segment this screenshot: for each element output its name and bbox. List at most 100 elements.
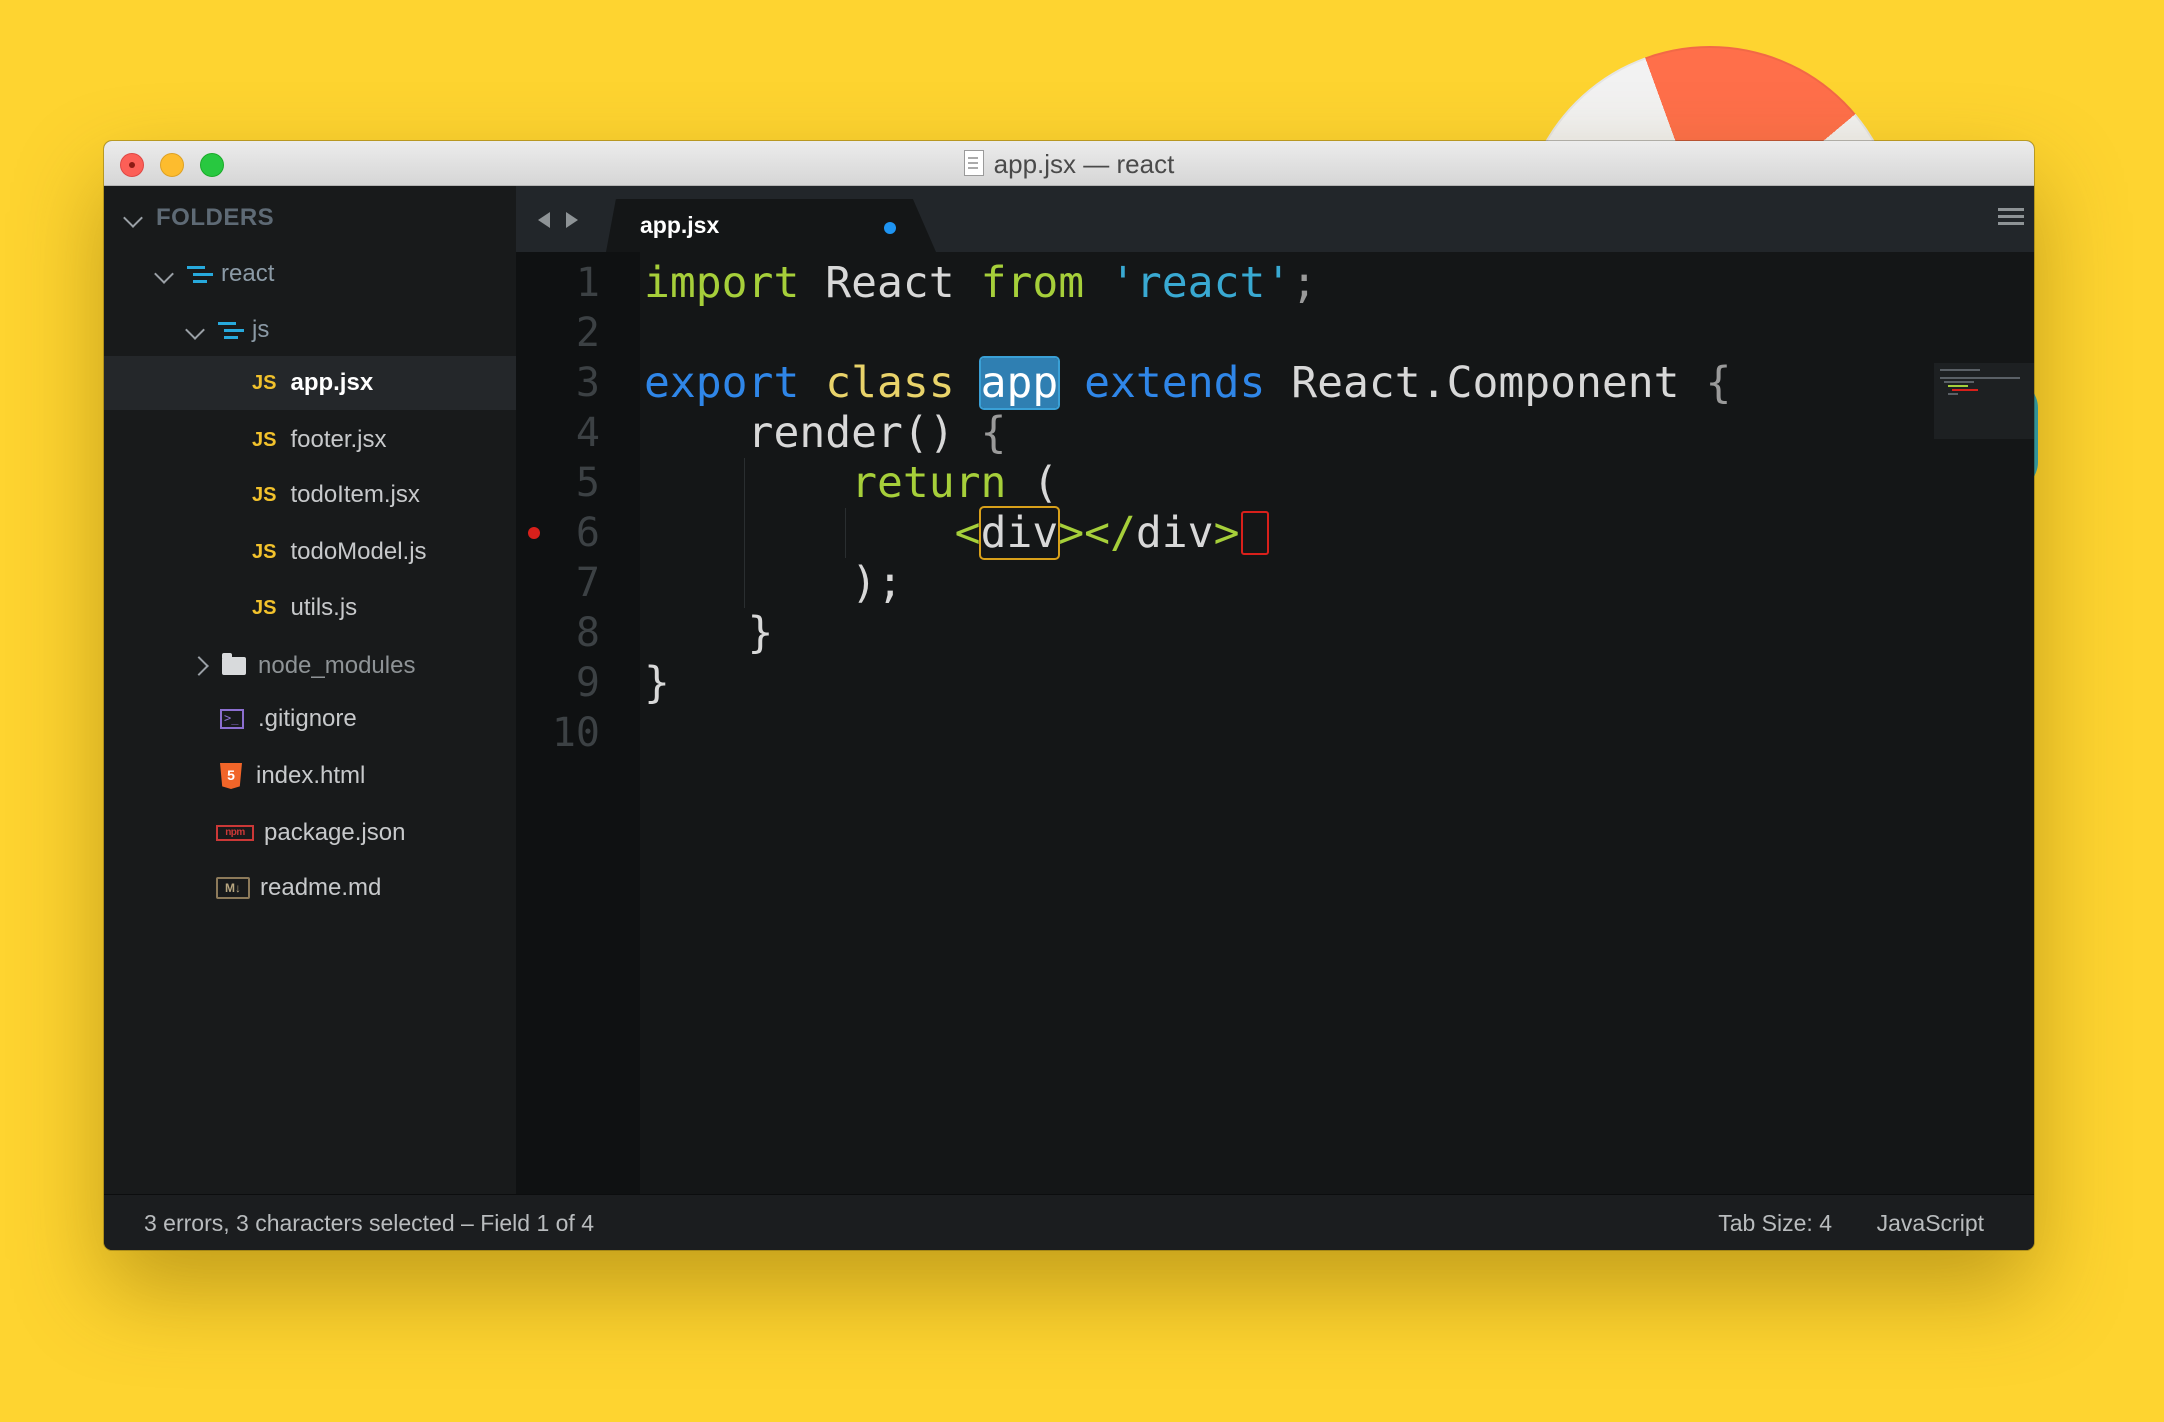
tab-app-jsx[interactable]: app.jsx — [606, 199, 936, 252]
code-token: { — [1705, 358, 1732, 408]
code-token: React.Component — [1265, 358, 1706, 408]
code-area[interactable]: import React from 'react'; export class … — [640, 252, 2034, 1194]
folder-tree-icon — [187, 264, 213, 284]
line-number: 7 — [575, 560, 600, 606]
status-message: 3 errors, 3 characters selected – Field … — [144, 1210, 594, 1236]
code-token: import — [644, 258, 800, 308]
tab-size-selector[interactable]: Tab Size: 4 — [1718, 1210, 1832, 1237]
line-number: 3 — [575, 360, 600, 406]
code-line-1[interactable]: import React from 'react'; — [644, 258, 1317, 308]
sidebar-item-label: index.html — [256, 762, 366, 789]
js-file-icon: JS — [252, 596, 277, 619]
code-line-4[interactable]: render() { — [644, 408, 1007, 458]
tab-bar: app.jsx — [516, 186, 2034, 252]
sidebar-item-readme-md[interactable]: M↓ readme.md — [104, 861, 516, 915]
sidebar-item-label: js — [252, 316, 270, 343]
sidebar-item-gitignore[interactable]: >_ .gitignore — [104, 692, 516, 746]
line-number: 5 — [575, 460, 600, 506]
code-token: class — [825, 358, 955, 408]
status-bar: 3 errors, 3 characters selected – Field … — [104, 1194, 2034, 1250]
chevron-down-icon — [185, 320, 205, 340]
tag-highlight[interactable]: div — [978, 506, 1061, 560]
folders-header-label: FOLDERS — [156, 204, 275, 231]
code-token: extends — [1084, 358, 1266, 408]
line-number: 2 — [575, 310, 600, 356]
sidebar-item-todomodel-js[interactable]: JS todoModel.js — [104, 525, 516, 579]
minimap[interactable] — [1934, 363, 2034, 439]
error-dot-icon[interactable] — [528, 527, 540, 539]
line-number: 1 — [575, 260, 600, 306]
code-token: div — [1135, 508, 1214, 558]
code-token: return — [851, 458, 1007, 508]
selected-text[interactable]: app — [978, 356, 1061, 410]
line-number-gutter: 1 2 3 4 5 6 7 8 9 10 — [516, 252, 640, 1194]
syntax-selector[interactable]: JavaScript — [1877, 1210, 1984, 1237]
chevron-right-icon — [189, 656, 209, 676]
line-number: 8 — [575, 610, 600, 656]
code-token: 'react' — [1110, 258, 1292, 308]
sidebar-item-label: package.json — [264, 819, 406, 846]
code-line-7[interactable]: ); — [644, 558, 903, 608]
markdown-icon: M↓ — [216, 877, 250, 899]
tab-label: app.jsx — [640, 212, 720, 238]
npm-icon: npm — [216, 825, 254, 841]
sidebar-item-footer-jsx[interactable]: JS footer.jsx — [104, 413, 516, 467]
sidebar-item-label: utils.js — [290, 594, 358, 621]
code-line-9[interactable]: } — [644, 658, 670, 708]
line-number: 4 — [575, 410, 600, 456]
sidebar-item-utils-js[interactable]: JS utils.js — [104, 581, 516, 635]
sidebar-item-package-json[interactable]: npm package.json — [104, 806, 516, 860]
sidebar-item-label: .gitignore — [258, 705, 357, 732]
code-token: { — [980, 408, 1007, 458]
sidebar-item-node-modules[interactable]: node_modules — [104, 639, 516, 693]
sidebar-item-label: todoModel.js — [290, 538, 427, 565]
folders-header[interactable]: FOLDERS — [104, 191, 516, 245]
code-token: </ — [1084, 508, 1136, 558]
sidebar-item-react[interactable]: react — [104, 247, 516, 301]
sidebar-item-app-jsx[interactable]: JS app.jsx — [104, 356, 516, 410]
code-token: ); — [644, 558, 903, 608]
sidebar-item-js[interactable]: js — [104, 303, 516, 357]
js-file-icon: JS — [252, 540, 277, 563]
code-token: export — [644, 358, 800, 408]
code-token: from — [980, 258, 1085, 308]
code-token: > — [1058, 508, 1085, 558]
chevron-down-icon — [123, 208, 143, 228]
editor-window: app.jsx — react FOLDERS react js JS app.… — [104, 141, 2034, 1250]
document-icon — [963, 150, 984, 176]
code-line-6[interactable]: <div></div> — [644, 506, 1270, 560]
code-token: ( — [1006, 458, 1059, 508]
terminal-icon: >_ — [220, 709, 244, 729]
line-number: 10 — [551, 710, 600, 756]
sidebar-item-label: node_modules — [258, 652, 416, 679]
js-file-icon: JS — [252, 483, 277, 506]
sidebar-item-label: todoItem.jsx — [290, 481, 420, 508]
window-title-area: app.jsx — react — [104, 149, 2034, 180]
code-line-3[interactable]: export class app extends React.Component… — [644, 356, 1732, 410]
sidebar: FOLDERS react js JS app.jsx JS footer.js… — [104, 186, 516, 1194]
code-line-8[interactable]: } — [644, 608, 774, 658]
error-marker[interactable] — [1241, 511, 1270, 555]
code-token: < — [954, 508, 981, 558]
sidebar-item-index-html[interactable]: 5 index.html — [104, 749, 516, 803]
code-token: } — [644, 608, 774, 658]
js-file-icon: JS — [252, 428, 277, 451]
title-bar: app.jsx — react — [104, 141, 2034, 186]
sidebar-item-label: footer.jsx — [290, 426, 387, 453]
menu-icon[interactable] — [1998, 208, 2024, 226]
code-line-5[interactable]: return ( — [644, 458, 1058, 508]
chevron-down-icon — [154, 264, 174, 284]
code-token: } — [644, 658, 670, 708]
line-number: 9 — [575, 660, 600, 706]
arrow-left-icon[interactable] — [538, 212, 550, 228]
sidebar-item-label: app.jsx — [290, 369, 374, 396]
folder-tree-icon — [218, 320, 244, 340]
code-token: React — [799, 258, 981, 308]
arrow-right-icon[interactable] — [566, 212, 578, 228]
sidebar-item-todoitem-jsx[interactable]: JS todoItem.jsx — [104, 468, 516, 522]
modified-indicator[interactable] — [884, 222, 896, 234]
html5-icon: 5 — [220, 763, 242, 789]
